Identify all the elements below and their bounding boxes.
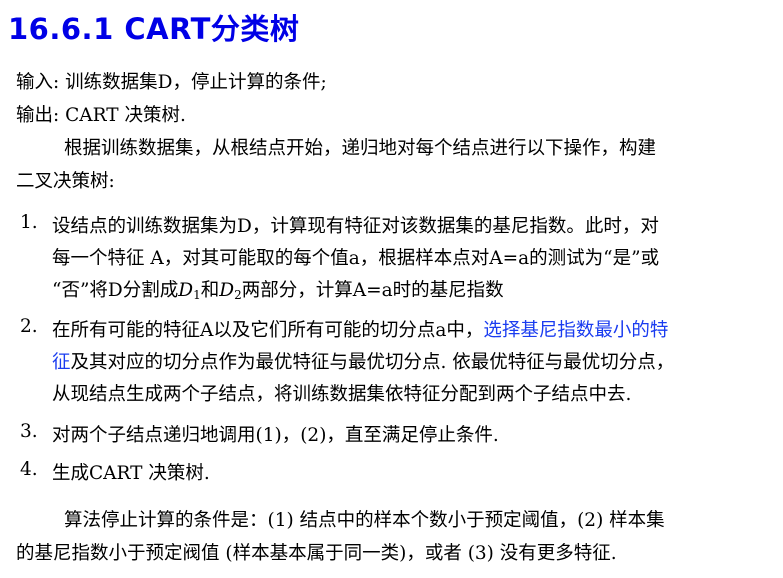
step-1-line-2: 每一个特征 A，对其可能取的每个值a，根据样本点对A=a的测试为“是”或 [52, 248, 660, 269]
d1-symbol: D [178, 280, 194, 301]
step-2-line-1-a: 在所有可能的特征A以及它们所有可能的切分点a中， [52, 320, 484, 341]
step-1-line-1: 设结点的训练数据集为D，计算现有特征对该数据集的基尼指数。此时，对 [52, 216, 659, 237]
intro-line-2: 二叉决策树: [16, 171, 115, 192]
intro-line-1: 根据训练数据集，从根结点开始，递归地对每个结点进行以下操作，构建 [64, 138, 657, 159]
step-3-line-1: 对两个子结点递归地调用(1)，(2)，直至满足停止条件. [52, 425, 499, 446]
d1-subscript: 1 [193, 288, 201, 302]
step-2-line-2-b: 及其对应的切分点作为最优特征与最优切分点. 依最优特征与最优切分点， [70, 352, 675, 373]
footer-line-2: 的基尼指数小于预定阀值 (样本基本属于同一类)，或者 (3) 没有更多特征. [16, 543, 617, 564]
step-2-number: 2. [20, 316, 38, 337]
step-2-highlight-a: 选择基尼指数最小的特 [483, 320, 669, 341]
step-1-line-3-c: 两部分，计算A=a时的基尼指数 [241, 280, 504, 301]
step-1-line-3-b: 和 [200, 280, 220, 301]
output-line: 输出: CART 决策树. [16, 105, 186, 126]
step-1-number: 1. [20, 212, 38, 233]
step-1-line-3: “否”将D分割成D1和D2两部分，计算A=a时的基尼指数 [52, 276, 504, 302]
step-3-number: 3. [20, 421, 38, 442]
footer-line-1: 算法停止计算的条件是：(1) 结点中的样本个数小于预定阈值，(2) 样本集 [64, 510, 665, 531]
step-2-line-2: 征及其对应的切分点作为最优特征与最优切分点. 依最优特征与最优切分点， [52, 348, 674, 374]
d2-subscript: 2 [234, 288, 242, 302]
step-1-line-3-a: “否”将D分割成 [52, 280, 179, 301]
step-4-number: 4. [20, 459, 38, 480]
step-2-line-1: 在所有可能的特征A以及它们所有可能的切分点a中，选择基尼指数最小的特 [52, 316, 668, 342]
d2-symbol: D [219, 280, 235, 301]
input-line: 输入: 训练数据集D，停止计算的条件; [16, 72, 327, 93]
slide: 16.6.1 CART分类树 输入: 训练数据集D，停止计算的条件; 输出: C… [0, 0, 783, 578]
page-title: 16.6.1 CART分类树 [8, 12, 300, 46]
step-2-line-3: 从现结点生成两个子结点，将训练数据集依特征分配到两个子结点中去. [52, 384, 632, 405]
step-4-line-1: 生成CART 决策树. [52, 463, 210, 484]
step-2-highlight-b: 征 [52, 352, 71, 373]
